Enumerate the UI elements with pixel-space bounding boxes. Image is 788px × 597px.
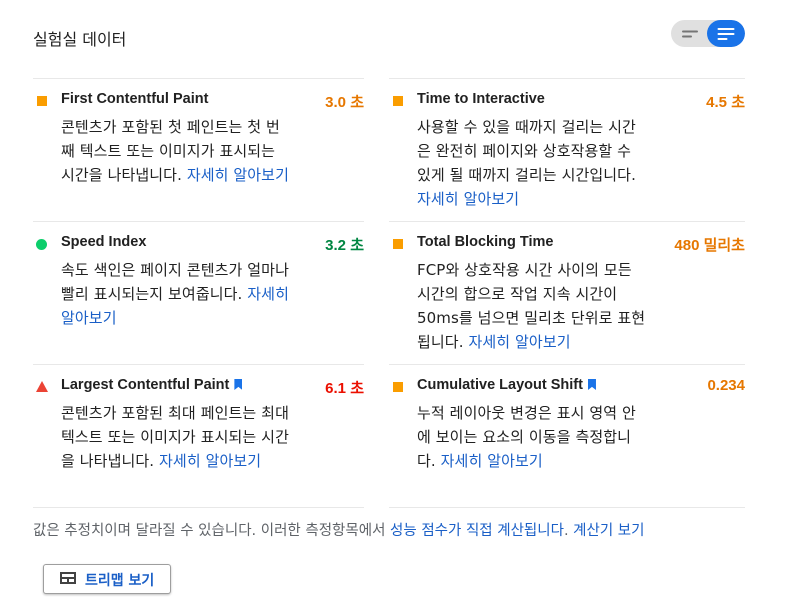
compact-view-icon — [681, 27, 698, 40]
metric-description: FCP와 상호작용 시간 사이의 모든 시간의 합으로 작업 지속 시간이 50… — [417, 261, 646, 351]
metric-name: Time to Interactive — [417, 91, 545, 107]
metric-description: 누적 레이아웃 변경은 표시 영역 안에 보이는 요소의 이동을 측정합니다. … — [417, 404, 636, 470]
metric-description: 콘텐츠가 포함된 첫 페인트는 첫 번째 텍스트 또는 이미지가 표시되는 시간… — [61, 118, 289, 184]
metric-value: 3.0 초 — [325, 94, 364, 111]
metric-description: 속도 색인은 페이지 콘텐츠가 얼마나 빨리 표시되는지 보여줍니다. 자세히 … — [61, 261, 289, 327]
compact-view-button[interactable] — [671, 20, 708, 47]
learn-more-link[interactable]: 자세히 알아보기 — [468, 333, 570, 351]
metric-description: 콘텐츠가 포함된 최대 페인트는 최대 텍스트 또는 이미지가 표시되는 시간을… — [61, 404, 289, 470]
footer-note: 값은 추정치이며 달라질 수 있습니다. 이러한 측정항목에서 성능 점수가 직… — [33, 523, 645, 539]
average-square-icon — [393, 239, 403, 249]
average-square-icon — [37, 96, 47, 106]
average-square-icon — [393, 96, 403, 106]
metric-first-contentful-paint: First Contentful Paint 3.0 초 콘텐츠가 포함된 첫 … — [33, 78, 364, 222]
calculator-link[interactable]: 계산기 보기 — [573, 523, 644, 539]
metric-value: 6.1 초 — [325, 380, 364, 397]
section-title: 실험실 데이터 — [33, 30, 127, 49]
expanded-view-icon — [717, 25, 735, 43]
learn-more-link[interactable]: 자세히 알아보기 — [159, 452, 261, 470]
metric-name: Cumulative Layout Shift — [417, 377, 596, 393]
bookmark-icon — [234, 379, 243, 390]
metric-speed-index: Speed Index 3.2 초 속도 색인은 페이지 콘텐츠가 얼마나 빨리… — [33, 221, 364, 365]
metric-value: 480 밀리초 — [674, 237, 745, 254]
metric-name: Speed Index — [61, 234, 147, 250]
metric-cumulative-layout-shift: Cumulative Layout Shift 0.234 누적 레이아웃 변경… — [389, 364, 745, 508]
score-calculation-link[interactable]: 성능 점수가 직접 계산됩니다 — [390, 523, 564, 539]
metric-name: Total Blocking Time — [417, 234, 554, 250]
treemap-button-label: 트리맵 보기 — [85, 573, 155, 589]
bookmark-icon — [587, 379, 596, 390]
metric-total-blocking-time: Total Blocking Time 480 밀리초 FCP와 상호작용 시간… — [389, 221, 745, 365]
metric-name: Largest Contentful Paint — [61, 377, 243, 393]
fail-triangle-icon — [36, 381, 48, 392]
learn-more-link[interactable]: 자세히 알아보기 — [187, 166, 289, 184]
metric-description: 사용할 수 있을 때까지 걸리는 시간은 완전히 페이지와 상호작용할 수 있게… — [417, 118, 636, 208]
metric-time-to-interactive: Time to Interactive 4.5 초 사용할 수 있을 때까지 걸… — [389, 78, 745, 222]
expanded-view-button[interactable] — [707, 20, 745, 47]
pass-circle-icon — [36, 239, 47, 250]
view-treemap-button[interactable]: 트리맵 보기 — [43, 564, 171, 594]
metric-value: 0.234 — [707, 377, 745, 394]
metric-view-toggle[interactable] — [671, 20, 745, 47]
metric-value: 4.5 초 — [706, 94, 745, 111]
metric-name: First Contentful Paint — [61, 91, 209, 107]
treemap-icon — [60, 572, 76, 584]
average-square-icon — [393, 382, 403, 392]
metric-value: 3.2 초 — [325, 237, 364, 254]
metric-largest-contentful-paint: Largest Contentful Paint 6.1 초 콘텐츠가 포함된 … — [33, 364, 364, 508]
learn-more-link[interactable]: 자세히 알아보기 — [441, 452, 543, 470]
learn-more-link[interactable]: 자세히 알아보기 — [417, 190, 519, 208]
